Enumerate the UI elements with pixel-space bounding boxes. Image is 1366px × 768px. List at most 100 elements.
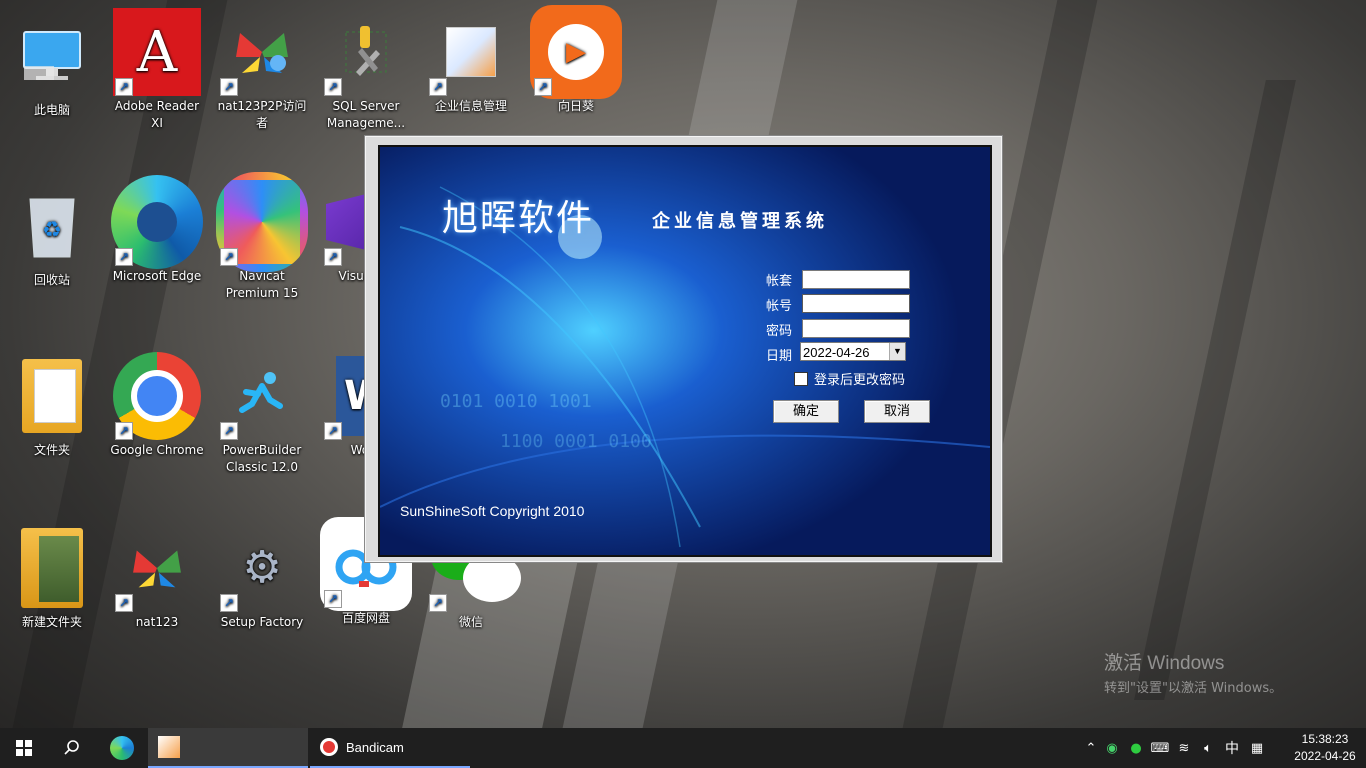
taskbar-edge[interactable] (98, 728, 146, 768)
clock-date: 2022-04-26 (1294, 749, 1356, 763)
sql-server-tools-icon: ↗ (320, 6, 412, 98)
desktop-icon-setup-factory[interactable]: ⚙ ↗ Setup Factory (212, 522, 312, 631)
shortcut-arrow-icon: ↗ (115, 422, 133, 440)
monitor-icon (6, 10, 98, 102)
date-label: 日期 (766, 349, 793, 364)
account-set-field[interactable] (802, 270, 910, 289)
edge-icon (110, 736, 134, 760)
wechat-tray-icon[interactable]: ● (1124, 741, 1148, 756)
password-field[interactable] (802, 319, 910, 338)
shortcut-arrow-icon: ↗ (115, 248, 133, 266)
svg-text:1100 0001 0100: 1100 0001 0100 (500, 431, 652, 452)
desktop-icon-nat123p2p[interactable]: ↗ nat123P2P访问者 (212, 6, 312, 132)
account-field[interactable] (802, 294, 910, 313)
taskbar: Bandicam ⌃ ◉ ● ⌨ ≋ 🔈︎ 中 ▦ 15:38:23 2022-… (0, 728, 1366, 768)
chevron-down-icon[interactable]: ▼ (889, 343, 905, 360)
system-title: 企业信息管理系统 (652, 211, 828, 232)
watermark-title: 激活 Windows (1104, 653, 1225, 674)
language-indicator[interactable]: 中 (1220, 738, 1244, 758)
desktop-icon-label: nat123P2P访问者 (217, 99, 307, 130)
desktop-icon-label: Setup Factory (220, 615, 304, 629)
ok-button[interactable]: 确定 (773, 400, 839, 423)
shortcut-arrow-icon: ↗ (115, 594, 133, 612)
desktop-icon-adobe-reader[interactable]: A ↗ Adobe Reader XI (107, 6, 207, 132)
change-password-option[interactable]: 登录后更改密码 (794, 369, 905, 388)
desktop-icon-enterprise-info[interactable]: ↗ 企业信息管理 (421, 6, 521, 115)
desktop-icon-label: 文件夹 (33, 443, 70, 457)
butterfly-icon: ↗ (216, 6, 308, 98)
butterfly-icon: ↗ (111, 522, 203, 614)
taskbar-app-bandicam[interactable]: Bandicam (310, 728, 470, 768)
desktop-icon-label: SQL Server Manageme... (326, 99, 406, 130)
chrome-icon: ↗ (111, 350, 203, 442)
windows-logo-icon (16, 740, 32, 756)
input-method-icon[interactable]: ⌨ (1148, 741, 1172, 756)
search-button[interactable] (48, 728, 96, 768)
desktop-icon-label: 企业信息管理 (434, 99, 507, 113)
watermark-subtitle: 转到"设置"以激活 Windows。 (1104, 681, 1283, 696)
desktop-icon-sql-server[interactable]: ↗ SQL Server Manageme... (316, 6, 416, 132)
desktop-icon-folder[interactable]: 文件夹 (2, 350, 102, 459)
record-icon (320, 738, 338, 756)
password-label: 密码 (766, 324, 793, 339)
desktop-icon-label: 微信 (458, 615, 483, 629)
desktop-icon-this-pc[interactable]: 此电脑 (2, 10, 102, 119)
status-ring-icon[interactable]: ◉ (1100, 741, 1124, 756)
account-set-label: 帐套 (766, 274, 793, 289)
shortcut-arrow-icon: ↗ (220, 422, 238, 440)
taskbar-app-enterprise-info[interactable] (148, 728, 308, 768)
desktop-icon-new-folder[interactable]: 新建文件夹 (2, 522, 102, 631)
powerbuilder-icon: ↗ (216, 350, 308, 442)
desktop-icon-label: Google Chrome (110, 443, 204, 457)
shortcut-arrow-icon: ↗ (534, 78, 552, 96)
date-picker[interactable]: 2022-04-26 ▼ (800, 342, 906, 361)
account-label: 帐号 (766, 299, 793, 314)
desktop-icon-label: Microsoft Edge (112, 269, 202, 283)
date-value: 2022-04-26 (803, 345, 870, 360)
gears-icon: ⚙ ↗ (216, 522, 308, 614)
desktop-icon-label: 回收站 (33, 273, 70, 287)
login-panel: 0101 0010 1001 1100 0001 0100 旭晖软件 企业信息管… (378, 145, 992, 557)
taskbar-clock[interactable]: 15:38:23 2022-04-26 (1292, 731, 1358, 765)
shortcut-arrow-icon: ↗ (324, 248, 342, 266)
desktop-icon-chrome[interactable]: ↗ Google Chrome (107, 350, 207, 459)
desktop-icon-edge[interactable]: ↗ Microsoft Edge (107, 175, 207, 285)
recycle-bin-icon: ♻ (6, 180, 98, 272)
shortcut-arrow-icon: ↗ (220, 594, 238, 612)
svg-text:0101 0010 1001: 0101 0010 1001 (440, 391, 592, 412)
enterprise-info-icon (158, 736, 180, 758)
start-button[interactable] (0, 728, 48, 768)
ime-mode-icon[interactable]: ▦ (1244, 741, 1270, 756)
desktop-icon-sunflower[interactable]: ▶ ↗ 向日葵 (526, 5, 626, 115)
navicat-icon: ↗ (216, 172, 308, 272)
shortcut-arrow-icon: ↗ (324, 590, 342, 608)
wifi-icon[interactable]: ≋ (1172, 741, 1196, 756)
shortcut-arrow-icon: ↗ (324, 422, 342, 440)
system-tray: ⌃ ◉ ● ⌨ ≋ 🔈︎ 中 ▦ (1082, 728, 1270, 768)
shortcut-arrow-icon: ↗ (220, 248, 238, 266)
desktop-icon-powerbuilder[interactable]: ↗ PowerBuilder Classic 12.0 (212, 350, 312, 476)
adobe-reader-icon: A ↗ (111, 6, 203, 98)
copyright-text: SunShineSoft Copyright 2010 (400, 503, 585, 519)
desktop-icon-label: 向日葵 (557, 99, 594, 113)
desktop-icon-label: 百度网盘 (341, 611, 390, 625)
clock-time: 15:38:23 (1301, 732, 1349, 746)
edge-icon: ↗ (111, 175, 203, 269)
desktop-icon-label: PowerBuilder Classic 12.0 (222, 443, 302, 474)
desktop-icon-label: Navicat Premium 15 (225, 269, 299, 300)
desktop-icon-label: 此电脑 (33, 103, 70, 117)
search-icon (64, 740, 79, 755)
desktop-icon-navicat[interactable]: ↗ Navicat Premium 15 (212, 172, 312, 302)
svg-text:♻: ♻ (42, 218, 62, 243)
chevron-up-icon[interactable]: ⌃ (1082, 741, 1100, 756)
desktop-icon-recycle-bin[interactable]: ♻ 回收站 (2, 180, 102, 289)
change-password-checkbox[interactable] (794, 371, 808, 386)
folder-icon (6, 522, 98, 614)
desktop-icon-nat123[interactable]: ↗ nat123 (107, 522, 207, 631)
volume-icon[interactable]: 🔈︎ (1196, 741, 1220, 756)
cancel-button[interactable]: 取消 (864, 400, 930, 423)
desktop-icon-label: Adobe Reader XI (114, 99, 200, 130)
taskbar-app-label: Bandicam (346, 739, 404, 755)
desktop-icon-label: nat123 (135, 615, 179, 629)
login-dialog: 0101 0010 1001 1100 0001 0100 旭晖软件 企业信息管… (365, 136, 1002, 562)
